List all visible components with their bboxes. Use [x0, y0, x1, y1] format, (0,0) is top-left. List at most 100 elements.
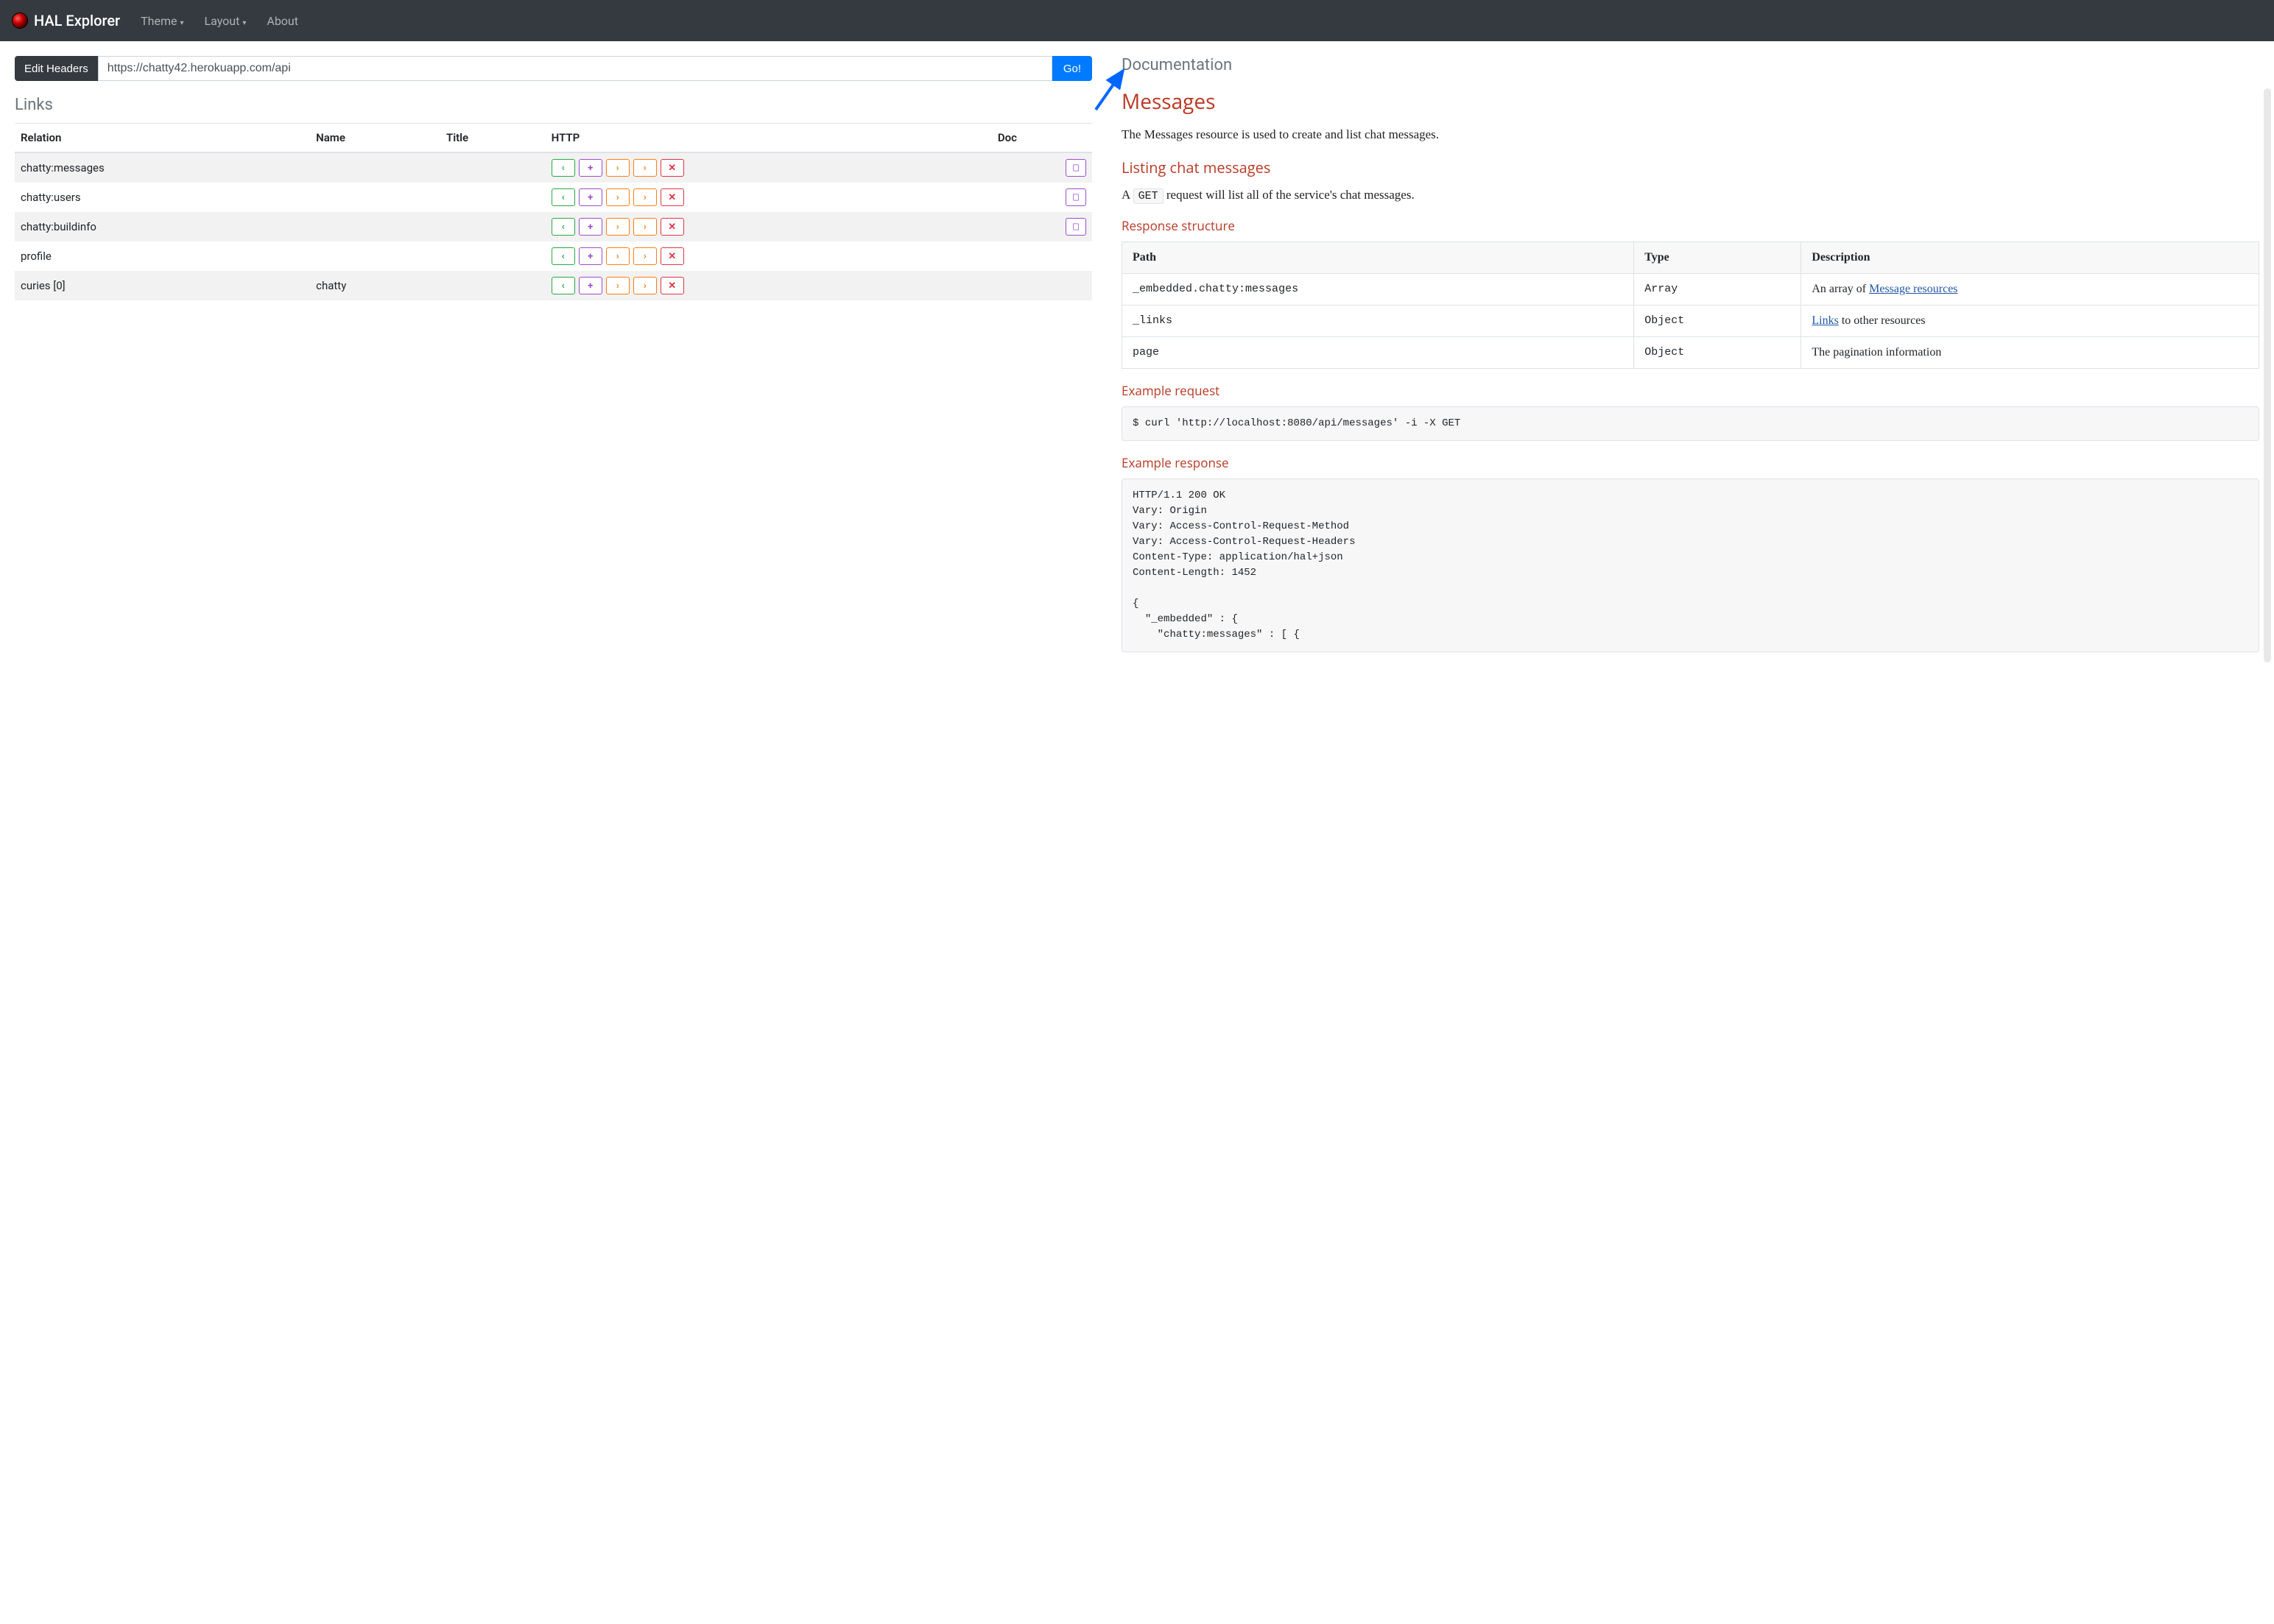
path-cell: _embedded.chatty:messages [1122, 274, 1634, 306]
edit-headers-button[interactable]: Edit Headers [15, 56, 98, 81]
post-button[interactable]: + [579, 218, 602, 236]
http-cell: ‹+››✕ [546, 271, 992, 300]
description-cell: The pagination information [1801, 337, 2259, 369]
patch-button[interactable]: › [633, 247, 657, 265]
relation-cell: chatty:messages [15, 152, 310, 183]
layout-menu[interactable]: Layout▾ [199, 10, 253, 32]
table-row: curies [0]chatty‹+››✕ [15, 271, 1092, 300]
navbar-brand[interactable]: HAL Explorer [12, 12, 120, 29]
col-doc: Doc [992, 124, 1092, 153]
doc-col-type: Type [1634, 242, 1801, 274]
theme-menu[interactable]: Theme▾ [135, 10, 189, 32]
title-cell [440, 241, 546, 271]
response-structure-table: Path Type Description _embedded.chatty:m… [1122, 241, 2259, 369]
doc-listing-heading: Listing chat messages [1122, 158, 2259, 177]
doc-link[interactable]: Message resources [1869, 283, 1957, 295]
table-row: pageObjectThe pagination information [1122, 337, 2259, 369]
table-row: chatty:messages‹+››✕ [15, 152, 1092, 183]
relation-cell: curies [0] [15, 271, 310, 300]
title-cell [440, 152, 546, 183]
doc-cell [992, 241, 1092, 271]
doc-example-response-heading: Example response [1122, 454, 2259, 471]
delete-button[interactable]: ✕ [661, 277, 684, 294]
url-bar: Edit Headers Go! [15, 56, 1092, 81]
get-button[interactable]: ‹ [552, 218, 575, 236]
post-button[interactable]: + [579, 188, 602, 206]
doc-col-description: Description [1801, 242, 2259, 274]
doc-response-structure-heading: Response structure [1122, 217, 2259, 234]
col-http: HTTP [546, 124, 992, 153]
put-button[interactable]: › [606, 277, 630, 294]
delete-button[interactable]: ✕ [661, 188, 684, 206]
about-link[interactable]: About [261, 10, 304, 32]
doc-cell [992, 212, 1092, 241]
post-button[interactable]: + [579, 247, 602, 265]
description-cell: Links to other resources [1801, 306, 2259, 337]
patch-button[interactable]: › [633, 159, 657, 177]
col-name: Name [310, 124, 440, 153]
table-row: _linksObjectLinks to other resources [1122, 306, 2259, 337]
doc-button[interactable] [1066, 218, 1086, 236]
doc-button[interactable] [1066, 159, 1086, 177]
description-cell: An array of Message resources [1801, 274, 2259, 306]
table-row: profile‹+››✕ [15, 241, 1092, 271]
doc-col-path: Path [1122, 242, 1634, 274]
put-button[interactable]: › [606, 247, 630, 265]
doc-title: Messages [1122, 88, 2259, 116]
navbar: HAL Explorer Theme▾ Layout▾ About [0, 0, 2274, 41]
doc-link[interactable]: Links [1812, 314, 1838, 327]
doc-button[interactable] [1066, 188, 1086, 206]
hal-eye-icon [12, 13, 28, 29]
doc-intro: The Messages resource is used to create … [1122, 124, 2259, 144]
get-button[interactable]: ‹ [552, 159, 575, 177]
patch-button[interactable]: › [633, 277, 657, 294]
name-cell [310, 241, 440, 271]
arrow-icon [1092, 62, 1129, 113]
doc-listing-text: A GET request will list all of the servi… [1122, 185, 2259, 205]
documentation-panel: Messages The Messages resource is used t… [1122, 88, 2259, 652]
col-title: Title [440, 124, 546, 153]
name-cell: chatty [310, 271, 440, 300]
right-panel: Documentation Messages The Messages reso… [1122, 56, 2259, 666]
url-input[interactable] [98, 56, 1052, 81]
type-cell: Object [1634, 337, 1801, 369]
go-button[interactable]: Go! [1052, 56, 1092, 81]
put-button[interactable]: › [606, 188, 630, 206]
name-cell [310, 212, 440, 241]
delete-button[interactable]: ✕ [661, 247, 684, 265]
table-row: chatty:buildinfo‹+››✕ [15, 212, 1092, 241]
doc-example-request-heading: Example request [1122, 382, 2259, 399]
post-button[interactable]: + [579, 159, 602, 177]
get-button[interactable]: ‹ [552, 188, 575, 206]
get-code: GET [1133, 188, 1164, 204]
chevron-down-icon: ▾ [180, 19, 183, 27]
example-request-code: $ curl 'http://localhost:8080/api/messag… [1122, 406, 2259, 441]
delete-button[interactable]: ✕ [661, 159, 684, 177]
patch-button[interactable]: › [633, 218, 657, 236]
put-button[interactable]: › [606, 159, 630, 177]
post-button[interactable]: + [579, 277, 602, 294]
brand-label: HAL Explorer [34, 12, 120, 29]
type-cell: Array [1634, 274, 1801, 306]
type-cell: Object [1634, 306, 1801, 337]
doc-cell [992, 271, 1092, 300]
table-row: _embedded.chatty:messagesArrayAn array o… [1122, 274, 2259, 306]
http-cell: ‹+››✕ [546, 152, 992, 183]
relation-cell: profile [15, 241, 310, 271]
name-cell [310, 183, 440, 212]
path-cell: _links [1122, 306, 1634, 337]
http-cell: ‹+››✕ [546, 183, 992, 212]
documentation-heading: Documentation [1122, 56, 2259, 74]
relation-cell: chatty:buildinfo [15, 212, 310, 241]
table-row: chatty:users‹+››✕ [15, 183, 1092, 212]
doc-cell [992, 152, 1092, 183]
links-heading: Links [15, 96, 1092, 114]
scrollbar[interactable] [2264, 88, 2271, 663]
get-button[interactable]: ‹ [552, 247, 575, 265]
put-button[interactable]: › [606, 218, 630, 236]
delete-button[interactable]: ✕ [661, 218, 684, 236]
get-button[interactable]: ‹ [552, 277, 575, 294]
col-relation: Relation [15, 124, 310, 153]
left-panel: Edit Headers Go! Links Relation Name Tit… [15, 56, 1092, 666]
patch-button[interactable]: › [633, 188, 657, 206]
